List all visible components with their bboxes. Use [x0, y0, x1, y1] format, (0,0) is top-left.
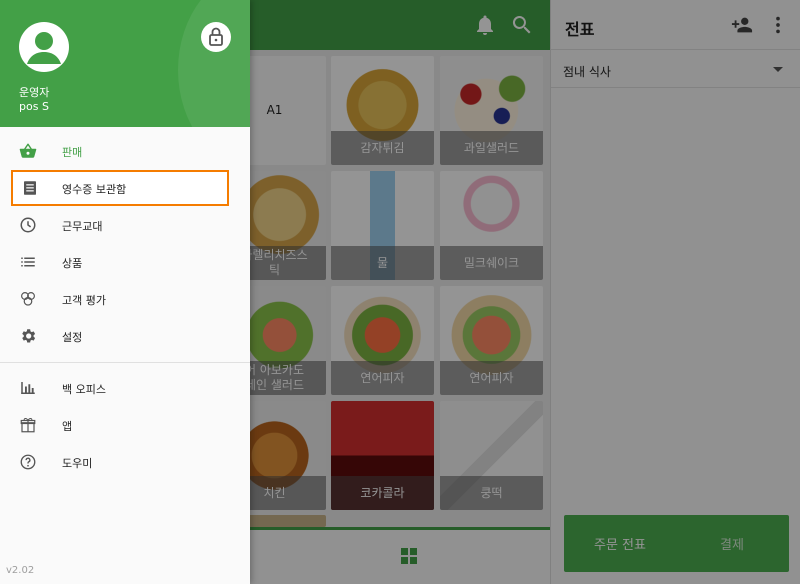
menu-label: 근무교대 [62, 220, 103, 233]
menu-item-apps[interactable]: 앱 [0, 407, 250, 443]
drawer-header: 운영자 pos S [0, 0, 250, 127]
clock-icon [20, 217, 36, 233]
lock-button[interactable] [201, 22, 231, 52]
feedback-icon [21, 292, 35, 306]
menu-item-back-office[interactable]: 백 오피스 [0, 370, 250, 406]
menu-label: 고객 평가 [62, 294, 106, 307]
header-decoration [178, 0, 250, 127]
menu-item-shifts[interactable]: 근무교대 [0, 207, 250, 243]
menu-label: 상품 [62, 257, 83, 270]
basket-icon [19, 143, 37, 158]
person-icon [27, 32, 61, 64]
lock-icon [209, 27, 223, 46]
help-icon [20, 454, 36, 470]
menu-item-settings[interactable]: 설정 [0, 318, 250, 354]
menu-item-help[interactable]: 도우미 [0, 444, 250, 480]
menu-label: 백 오피스 [62, 383, 106, 396]
apps-icon [20, 418, 36, 433]
bar-chart-icon [21, 382, 35, 394]
menu-label: 앱 [62, 420, 73, 433]
menu-item-sales[interactable]: 판매 [0, 133, 250, 169]
menu-divider [0, 362, 250, 363]
menu-item-items[interactable]: 상품 [0, 244, 250, 280]
menu-label: 설정 [62, 331, 83, 344]
receipt-icon [24, 181, 36, 195]
pos-name: pos S [19, 100, 49, 113]
menu-label: 영수증 보관함 [62, 183, 127, 196]
menu-item-receipts[interactable]: 영수증 보관함 [11, 170, 229, 206]
menu-label: 판매 [62, 146, 83, 159]
drawer-scrim[interactable] [250, 0, 800, 584]
gear-icon [22, 329, 36, 343]
menu-item-feedback[interactable]: 고객 평가 [0, 281, 250, 317]
user-name: 운영자 [19, 86, 50, 99]
list-icon [21, 257, 35, 267]
navigation-drawer: 운영자 pos S 판매 영수증 보관함 근무교대 상품 고객 평가 설정 백 … [0, 0, 250, 584]
avatar [19, 22, 69, 72]
menu-label: 도우미 [62, 457, 93, 470]
app-version: v2.02 [6, 565, 35, 576]
